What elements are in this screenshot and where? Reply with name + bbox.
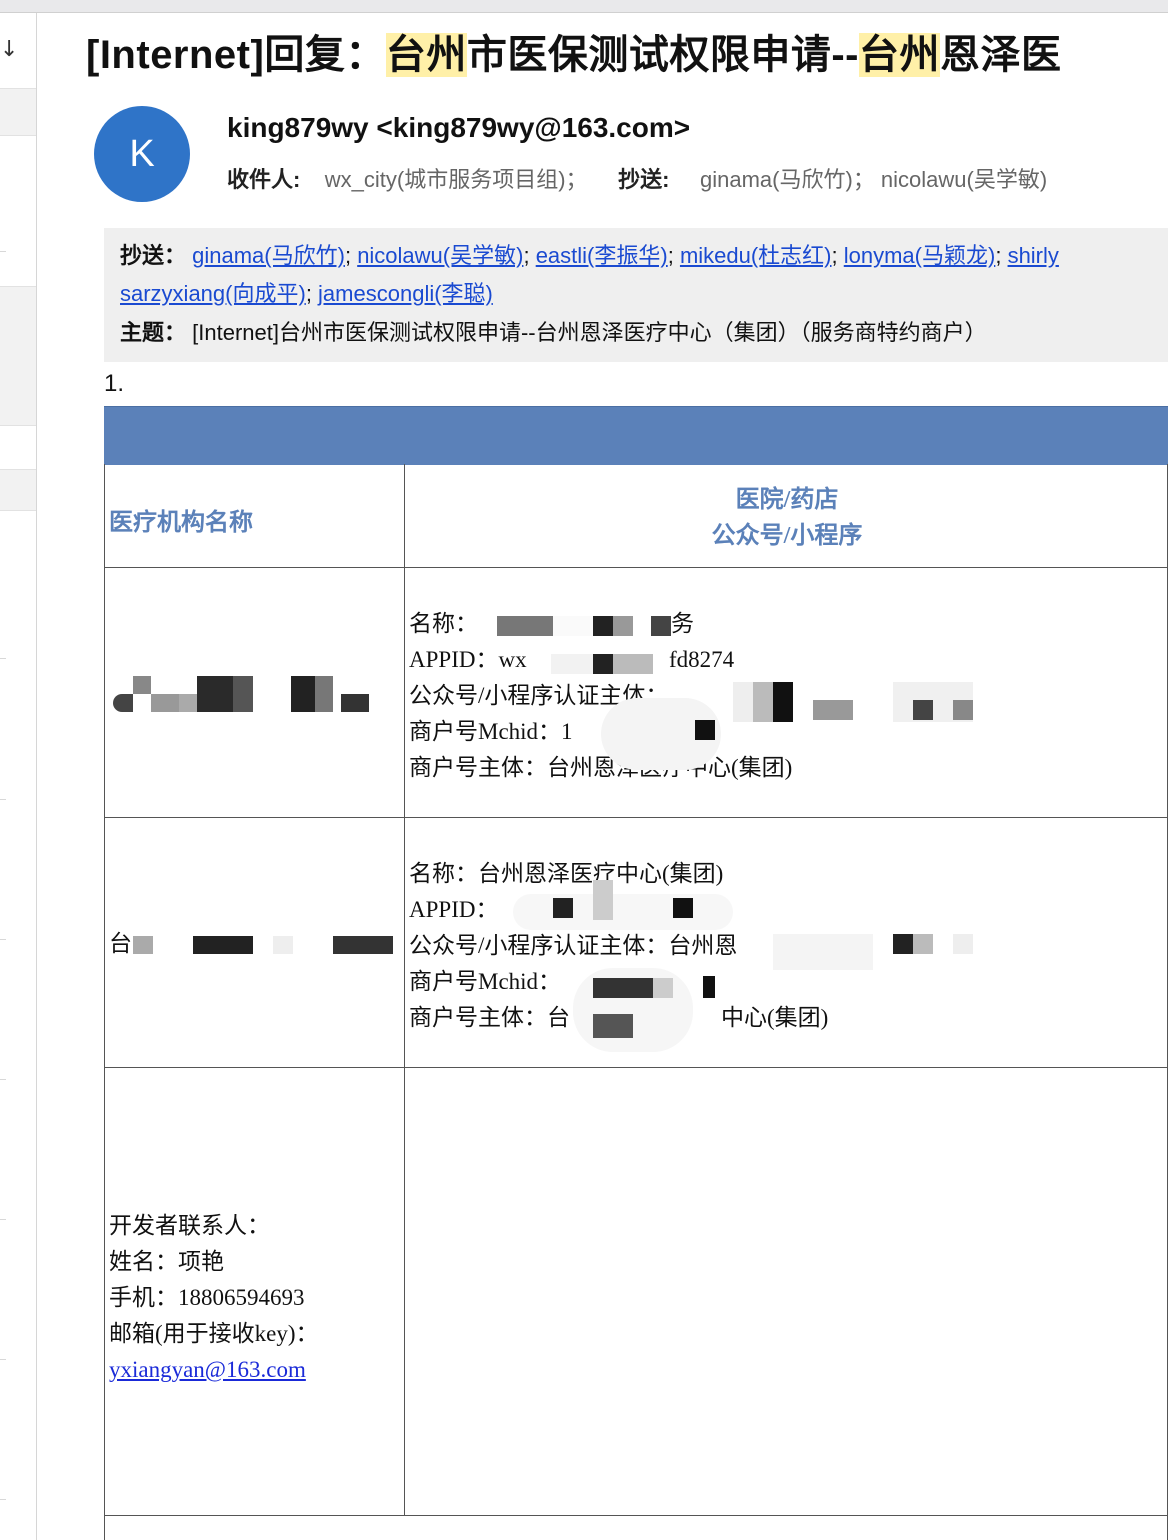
window-top-border xyxy=(0,0,1168,13)
list-item[interactable] xyxy=(0,286,36,426)
table-cell xyxy=(104,568,404,818)
cc-link[interactable]: ginama(马欣竹) xyxy=(192,243,345,268)
to-recipient[interactable]: wx_city(城市服务项目组)； xyxy=(325,167,588,192)
cc-link[interactable]: shirly xyxy=(1008,243,1059,268)
message-list-pane[interactable]: ↓ xyxy=(0,13,37,1540)
list-item[interactable] xyxy=(0,88,36,136)
quoted-cc-line: 抄送： ginama(马欣竹); nicolawu(吴学敏); eastli(李… xyxy=(120,243,1059,268)
cc-recipients[interactable]: ginama(马欣竹)； nicolawu(吴学敏) xyxy=(700,167,1047,192)
cc-link[interactable]: sarzyxiang(向成平) xyxy=(120,281,306,306)
contact-email-link[interactable]: yxiangyan@163.com xyxy=(109,1357,306,1382)
quoted-header: 抄送： ginama(马欣竹); nicolawu(吴学敏); eastli(李… xyxy=(104,228,1168,362)
email-subject: [Internet]回复：台州市医保测试权限申请--台州恩泽医 xyxy=(86,33,1062,77)
cc-link[interactable]: lonyma(马颖龙) xyxy=(844,243,996,268)
cc-link[interactable]: eastli(李振华) xyxy=(536,243,668,268)
table-header-band xyxy=(104,406,1168,465)
table-cell xyxy=(404,1068,1168,1516)
cc-link[interactable]: nicolawu(吴学敏) xyxy=(357,243,523,268)
arrow-down-icon[interactable]: ↓ xyxy=(0,37,18,62)
table-cell: 名称： APPID：wx 公众号/小程序认证主体： 商户号Mchid：1 商户号… xyxy=(404,568,1168,818)
list-item[interactable] xyxy=(0,469,36,511)
quoted-cc-line-2: sarzyxiang(向成平); jamescongli(李聪) xyxy=(120,281,493,306)
quoted-subject-line: 主题： [Internet]台州市医保测试权限申请--台州恩泽医疗中心（集团）（… xyxy=(120,320,987,345)
recipients-line: 收件人: wx_city(城市服务项目组)； 抄送: ginama(马欣竹)； … xyxy=(227,167,1048,192)
table-cell: 医疗机构名称 xyxy=(104,464,404,568)
table-cell xyxy=(104,1516,1168,1540)
application-table: 医疗机构名称 医院/药店 公众号/小程序 名称： APPID：wx 公众号/小程… xyxy=(104,406,1168,1540)
cc-link[interactable]: jamescongli(李聪) xyxy=(318,281,493,306)
developer-contact: 开发者联系人： 姓名：项艳 手机：18806594693 邮箱(用于接收key)… xyxy=(109,1213,319,1382)
header-app-type: 医院/药店 公众号/小程序 xyxy=(711,487,863,549)
table-cell: 开发者联系人： 姓名：项艳 手机：18806594693 邮箱(用于接收key)… xyxy=(104,1068,404,1516)
cc-link[interactable]: mikedu(杜志红) xyxy=(680,243,832,268)
header-institution-name: 医疗机构名称 xyxy=(109,509,253,536)
table-cell: 医院/药店 公众号/小程序 xyxy=(404,464,1168,568)
sender-avatar[interactable]: K xyxy=(94,106,190,202)
item-number: 1. xyxy=(104,370,125,397)
table-cell: 台 xyxy=(104,818,404,1068)
sender-address[interactable]: king879wy <king879wy@163.com> xyxy=(227,112,690,144)
table-cell: 名称：台州恩泽医疗中心(集团) APPID： 公众号/小程序认证主体：台州恩 商… xyxy=(404,818,1168,1068)
